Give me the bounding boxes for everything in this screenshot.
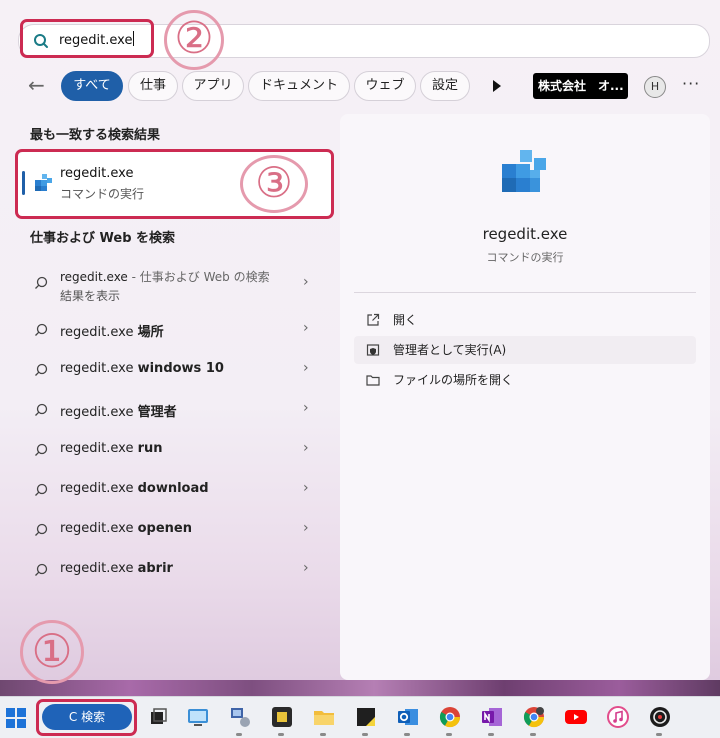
outlook-icon[interactable] (396, 705, 420, 729)
chevron-right-icon: › (303, 520, 309, 536)
running-indicator (320, 733, 326, 736)
suggestion-query: regedit.exe (60, 270, 128, 284)
web-suggestion-item[interactable]: regedit.exe abrir › (20, 551, 332, 589)
detail-app-name: regedit.exe (482, 225, 568, 243)
avatar[interactable]: H (644, 76, 666, 98)
onenote-icon[interactable] (480, 705, 504, 729)
annotation-box-taskbar-search (36, 699, 137, 736)
open-external-icon (367, 313, 380, 326)
suggestion-base: regedit.exe (60, 561, 138, 576)
file-explorer-icon[interactable] (312, 705, 336, 729)
suggestion-completion: openen (137, 521, 192, 536)
chevron-right-icon: › (303, 440, 309, 456)
windows-start-icon[interactable] (6, 708, 26, 728)
open-file-location-label: ファイルの場所を開く (393, 373, 514, 387)
chevron-right-icon: › (303, 560, 309, 576)
filter-chip-all[interactable]: すべて (61, 71, 123, 101)
suggestion-base: regedit.exe (60, 405, 138, 420)
suggestion-completion: run (137, 441, 163, 456)
annotation-number-three: ③ (240, 155, 308, 213)
suggestion-subtitle: 結果を表示 (60, 289, 121, 303)
chip-app-icon[interactable] (270, 705, 294, 729)
suggestion-completion: windows 10 (137, 361, 224, 376)
registry-editor-icon (502, 150, 546, 192)
youtube-icon[interactable] (564, 705, 588, 729)
running-indicator (236, 733, 242, 736)
running-indicator (530, 733, 536, 736)
run-as-admin-action[interactable]: 管理者として実行(A) (354, 336, 696, 364)
task-view-icon[interactable] (146, 705, 170, 729)
suggestion-completion: 管理者 (137, 405, 177, 420)
organization-badge[interactable]: 株式会社 オ... (533, 73, 628, 99)
running-indicator (446, 733, 452, 736)
filter-chip-settings[interactable]: 設定 (420, 71, 470, 101)
web-suggestion-item[interactable]: regedit.exe - 仕事および Web の検索 結果を表示 › (20, 262, 332, 306)
network-icon[interactable] (228, 705, 252, 729)
filter-chip-apps[interactable]: アプリ (182, 71, 244, 101)
folder-icon (366, 375, 380, 386)
suggestion-completion: abrir (137, 561, 173, 576)
suggestion-completion: 場所 (137, 325, 164, 340)
search-icon (35, 523, 48, 536)
obs-icon[interactable] (648, 705, 672, 729)
detail-panel (340, 114, 710, 680)
chevron-right-icon: › (303, 320, 309, 336)
back-arrow-icon[interactable]: ← (28, 74, 45, 96)
search-icon (35, 563, 48, 576)
chevron-right-icon: › (303, 360, 309, 376)
running-indicator (278, 733, 284, 736)
divider (354, 292, 696, 293)
filter-chip-work[interactable]: 仕事 (128, 71, 178, 101)
running-indicator (404, 733, 410, 736)
suggestion-base: regedit.exe (60, 481, 138, 496)
search-icon (35, 403, 48, 416)
open-action[interactable]: 開く (354, 306, 696, 334)
sticky-notes-icon[interactable] (354, 705, 378, 729)
search-icon (35, 443, 48, 456)
run-as-admin-label: 管理者として実行(A) (393, 343, 507, 357)
web-suggestion-item[interactable]: regedit.exe 管理者 › (20, 391, 332, 429)
play-icon[interactable] (493, 80, 501, 92)
suggestion-base: regedit.exe (60, 521, 138, 536)
search-icon (35, 483, 48, 496)
web-suggestion-item[interactable]: regedit.exe windows 10 › (20, 351, 332, 389)
running-indicator (362, 733, 368, 736)
itunes-icon[interactable] (606, 705, 630, 729)
web-suggestion-item[interactable]: regedit.exe download › (20, 471, 332, 509)
annotation-number-two: ② (164, 10, 224, 70)
suggestion-base: regedit.exe (60, 361, 138, 376)
web-suggestion-item[interactable]: regedit.exe openen › (20, 511, 332, 549)
more-options-icon[interactable]: ··· (682, 74, 700, 93)
filter-chip-documents[interactable]: ドキュメント (248, 71, 350, 101)
chrome-icon[interactable] (438, 705, 462, 729)
open-file-location-action[interactable]: ファイルの場所を開く (354, 366, 696, 394)
running-indicator (488, 733, 494, 736)
suggestion-base: regedit.exe (60, 325, 138, 340)
suggestion-base: regedit.exe (60, 441, 138, 456)
detail-app-subtitle: コマンドの実行 (486, 251, 564, 264)
annotation-number-one: ① (20, 620, 84, 684)
search-icon (35, 276, 48, 289)
best-match-heading: 最も一致する検索結果 (30, 128, 161, 143)
open-action-label: 開く (393, 313, 418, 327)
chevron-right-icon: › (303, 274, 309, 290)
filter-chip-web[interactable]: ウェブ (354, 71, 416, 101)
chrome-profile-icon[interactable] (522, 705, 546, 729)
shield-icon (366, 344, 380, 356)
suggestion-completion: download (137, 481, 209, 496)
chevron-right-icon: › (303, 480, 309, 496)
web-search-heading: 仕事および Web を検索 (30, 231, 176, 246)
web-suggestion-item[interactable]: regedit.exe run › (20, 431, 332, 469)
search-icon (35, 323, 48, 336)
remote-desktop-icon[interactable] (186, 705, 210, 729)
web-suggestion-item[interactable]: regedit.exe 場所 › (20, 311, 332, 349)
suggestion-query-suffix: - 仕事および Web の検索 (127, 270, 270, 284)
desktop-wallpaper (0, 680, 720, 696)
search-icon (35, 363, 48, 376)
chevron-right-icon: › (303, 400, 309, 416)
running-indicator (656, 733, 662, 736)
annotation-box-search (20, 19, 154, 58)
